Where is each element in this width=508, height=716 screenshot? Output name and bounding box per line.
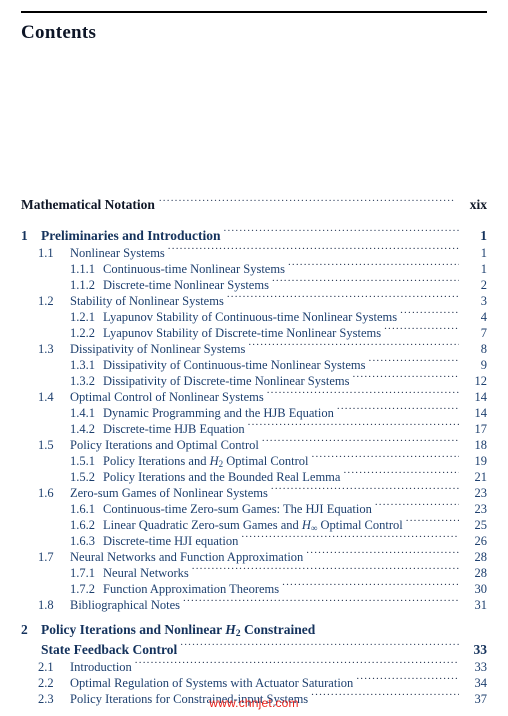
toc-entry-section-1-5[interactable]: 1.5 Policy Iterations and Optimal Contro… — [38, 433, 487, 452]
dot-leader — [271, 481, 459, 497]
dot-leader — [406, 513, 459, 529]
dot-leader — [282, 577, 459, 593]
dot-leader — [224, 224, 459, 240]
toc-entry-subsection-1-6-1[interactable]: 1.6.1 Continuous-time Zero-sum Games: Th… — [70, 497, 487, 516]
toc-entry-subsection-1-1-2[interactable]: 1.1.2 Discrete-time Nonlinear Systems 2 — [70, 273, 487, 292]
dot-leader — [267, 385, 459, 401]
site-watermark: www.chnjet.com — [209, 696, 299, 710]
dot-leader — [248, 417, 459, 433]
toc-entry-subsection-1-1-1[interactable]: 1.1.1 Continuous-time Nonlinear Systems … — [70, 257, 487, 276]
dot-leader — [375, 497, 459, 513]
toc-title-prefix: Policy Iterations and Nonlinear — [41, 622, 226, 637]
dot-leader — [159, 193, 455, 209]
toc-entry-chapter-2[interactable]: 2 Policy Iterations and Nonlinear H2 Con… — [21, 621, 487, 657]
toc-entry-subsection-1-6-2[interactable]: 1.6.2 Linear Quadratic Zero-sum Games an… — [70, 513, 487, 533]
dot-leader — [384, 321, 459, 337]
toc-title-suffix: Constrained — [240, 622, 316, 637]
toc-entry-mathematical-notation[interactable]: Mathematical Notation xix — [21, 193, 487, 212]
toc-entry-section-1-7[interactable]: 1.7 Neural Networks and Function Approxi… — [38, 545, 487, 564]
toc-entry-number: 1.2 — [38, 294, 54, 308]
toc-entry-subsection-1-4-1[interactable]: 1.4.1 Dynamic Programming and the HJB Eq… — [70, 401, 487, 420]
toc-entry-section-1-8[interactable]: 1.8 Bibliographical Notes 31 — [38, 593, 487, 612]
toc-entry-subsection-1-7-2[interactable]: 1.7.2 Function Approximation Theorems 30 — [70, 577, 487, 596]
dot-leader — [337, 401, 459, 417]
dot-leader — [352, 369, 459, 385]
dot-leader — [192, 561, 459, 577]
toc-entry-subsection-1-2-2[interactable]: 1.2.2 Lyapunov Stability of Discrete-tim… — [70, 321, 487, 340]
toc-entry-title: Bibliographical Notes — [70, 598, 181, 612]
dot-leader — [288, 257, 459, 273]
toc-entry-subsection-1-5-2[interactable]: 1.5.2 Policy Iterations and the Bounded … — [70, 465, 487, 484]
toc-entry-section-1-4[interactable]: 1.4 Optimal Control of Nonlinear Systems… — [38, 385, 487, 404]
dot-leader — [180, 638, 459, 654]
dot-leader — [400, 305, 459, 321]
toc-entry-number: 1.7 — [38, 550, 54, 564]
dot-leader — [262, 433, 459, 449]
table-of-contents: Mathematical Notation xix 1 Preliminarie… — [0, 193, 508, 706]
toc-entry-subsection-1-4-2[interactable]: 1.4.2 Discrete-time HJB Equation 17 — [70, 417, 487, 436]
dot-leader — [369, 353, 460, 369]
dot-leader — [241, 529, 459, 545]
dot-leader — [343, 465, 459, 481]
math-symbol-base: H — [225, 622, 236, 637]
dot-leader — [312, 449, 459, 465]
toc-entry-subsection-1-2-1[interactable]: 1.2.1 Lyapunov Stability of Continuous-t… — [70, 305, 487, 324]
toc-entry-section-2-1[interactable]: 2.1 Introduction 33 — [38, 655, 487, 674]
dot-leader — [227, 289, 459, 305]
toc-entry-title: Mathematical Notation — [21, 197, 155, 212]
toc-entry-number: 1.8 — [38, 598, 54, 612]
dot-leader — [306, 545, 459, 561]
toc-entry-page: xix — [469, 197, 487, 212]
dot-leader — [356, 671, 459, 687]
toc-entry-number: 2 — [21, 622, 28, 637]
toc-entry-section-2-2[interactable]: 2.2 Optimal Regulation of Systems with A… — [38, 671, 487, 690]
toc-entry-section-1-3[interactable]: 1.3 Dissipativity of Nonlinear Systems 8 — [38, 337, 487, 356]
dot-leader — [272, 273, 459, 289]
toc-page: Contents Mathematical Notation xix 1 Pre… — [0, 0, 508, 716]
toc-entry-subsection-1-5-1[interactable]: 1.5.1 Policy Iterations and H2 Optimal C… — [70, 449, 487, 469]
dot-leader — [168, 241, 459, 257]
toc-entry-section-1-1[interactable]: 1.1 Nonlinear Systems 1 — [38, 241, 487, 260]
dot-leader — [248, 337, 459, 353]
toc-entry-section-1-2[interactable]: 1.2 Stability of Nonlinear Systems 3 — [38, 289, 487, 308]
header-rule — [21, 11, 487, 13]
toc-entry-subsection-1-6-3[interactable]: 1.6.3 Discrete-time HJI equation 26 — [70, 529, 487, 548]
toc-entry-subsection-1-3-2[interactable]: 1.3.2 Dissipativity of Discrete-time Non… — [70, 369, 487, 388]
toc-entry-page: 31 — [474, 598, 488, 612]
toc-entry-subsection-1-7-1[interactable]: 1.7.1 Neural Networks 28 — [70, 561, 487, 580]
toc-entry-chapter-2-line2: State Feedback Control 33 — [21, 638, 487, 657]
toc-entry-number: 1.1 — [38, 246, 54, 260]
toc-entry-chapter-1[interactable]: 1 Preliminaries and Introduction 1 — [21, 224, 487, 243]
dot-leader — [135, 655, 459, 671]
page-title: Contents — [21, 22, 97, 43]
dot-leader — [183, 593, 459, 609]
math-symbol-h: H2 — [225, 622, 240, 639]
toc-entry-section-1-6[interactable]: 1.6 Zero-sum Games of Nonlinear Systems … — [38, 481, 487, 500]
toc-entry-subsection-1-3-1[interactable]: 1.3.1 Dissipativity of Continuous-time N… — [70, 353, 487, 372]
toc-entry-number: 1.6 — [38, 486, 54, 500]
toc-entry-chapter-2-line1: 2 Policy Iterations and Nonlinear H2 Con… — [21, 621, 487, 639]
toc-entry-number: 1.3 — [38, 342, 54, 356]
toc-entry-number: 1.4 — [38, 390, 54, 404]
toc-entry-number: 1.5 — [38, 438, 54, 452]
